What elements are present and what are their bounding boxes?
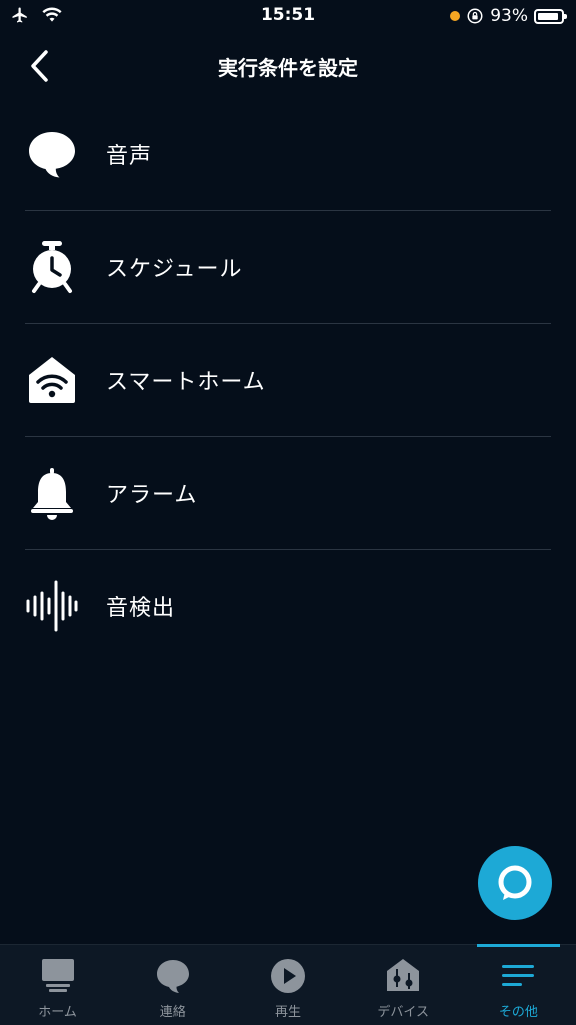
page-title: 実行条件を設定 — [218, 56, 358, 80]
battery-percent: 93% — [490, 6, 528, 26]
battery-icon — [534, 8, 567, 24]
list-item-label: スケジュール — [106, 257, 243, 282]
nav-home[interactable]: ホーム — [0, 945, 115, 1025]
rotation-lock-icon — [467, 8, 483, 24]
devices-icon — [387, 959, 420, 991]
chat-icon — [156, 960, 189, 993]
smart-home-icon — [25, 353, 79, 407]
status-bar: 15:51 93% — [0, 0, 576, 34]
alexa-icon — [498, 865, 532, 900]
active-indicator — [476, 944, 561, 947]
alarm-clock-icon — [25, 240, 79, 294]
nav-devices[interactable]: デバイス — [346, 945, 461, 1025]
bottom-nav: ホーム 連絡 再生 デバイス その他 — [0, 944, 576, 1025]
bell-icon — [25, 466, 79, 520]
list-item-sound-detection[interactable]: 音検出 — [25, 550, 551, 662]
list-item-schedule[interactable]: スケジュール — [25, 211, 551, 324]
play-icon — [271, 959, 305, 993]
list-item-label: アラーム — [106, 483, 198, 508]
sound-wave-icon — [25, 579, 79, 633]
home-icon — [41, 959, 74, 992]
list-item-label: スマートホーム — [106, 370, 266, 395]
nav-label: その他 — [498, 1005, 538, 1020]
nav-communicate[interactable]: 連絡 — [115, 945, 230, 1025]
list-item-alarm[interactable]: アラーム — [25, 437, 551, 550]
trigger-list: 音声 スケジュール スマートホーム アラーム 音検出 — [25, 98, 551, 662]
nav-label: デバイス — [377, 1005, 430, 1020]
header: 実行条件を設定 — [0, 40, 576, 90]
nav-label: 連絡 — [159, 1005, 186, 1020]
list-item-voice[interactable]: 音声 — [25, 98, 551, 211]
nav-more[interactable]: その他 — [461, 944, 576, 1025]
list-item-label: 音声 — [106, 144, 153, 169]
battery-fill — [538, 12, 559, 20]
privacy-indicator-icon — [450, 11, 461, 21]
nav-play[interactable]: 再生 — [230, 945, 345, 1025]
speech-bubble-icon — [25, 127, 79, 181]
nav-label: ホーム — [38, 1005, 77, 1020]
list-item-label: 音検出 — [106, 596, 176, 621]
list-item-smart-home[interactable]: スマートホーム — [25, 324, 551, 437]
nav-label: 再生 — [275, 1005, 302, 1020]
status-right: 93% — [450, 6, 567, 26]
alexa-button[interactable] — [478, 846, 552, 920]
menu-icon — [502, 965, 535, 986]
